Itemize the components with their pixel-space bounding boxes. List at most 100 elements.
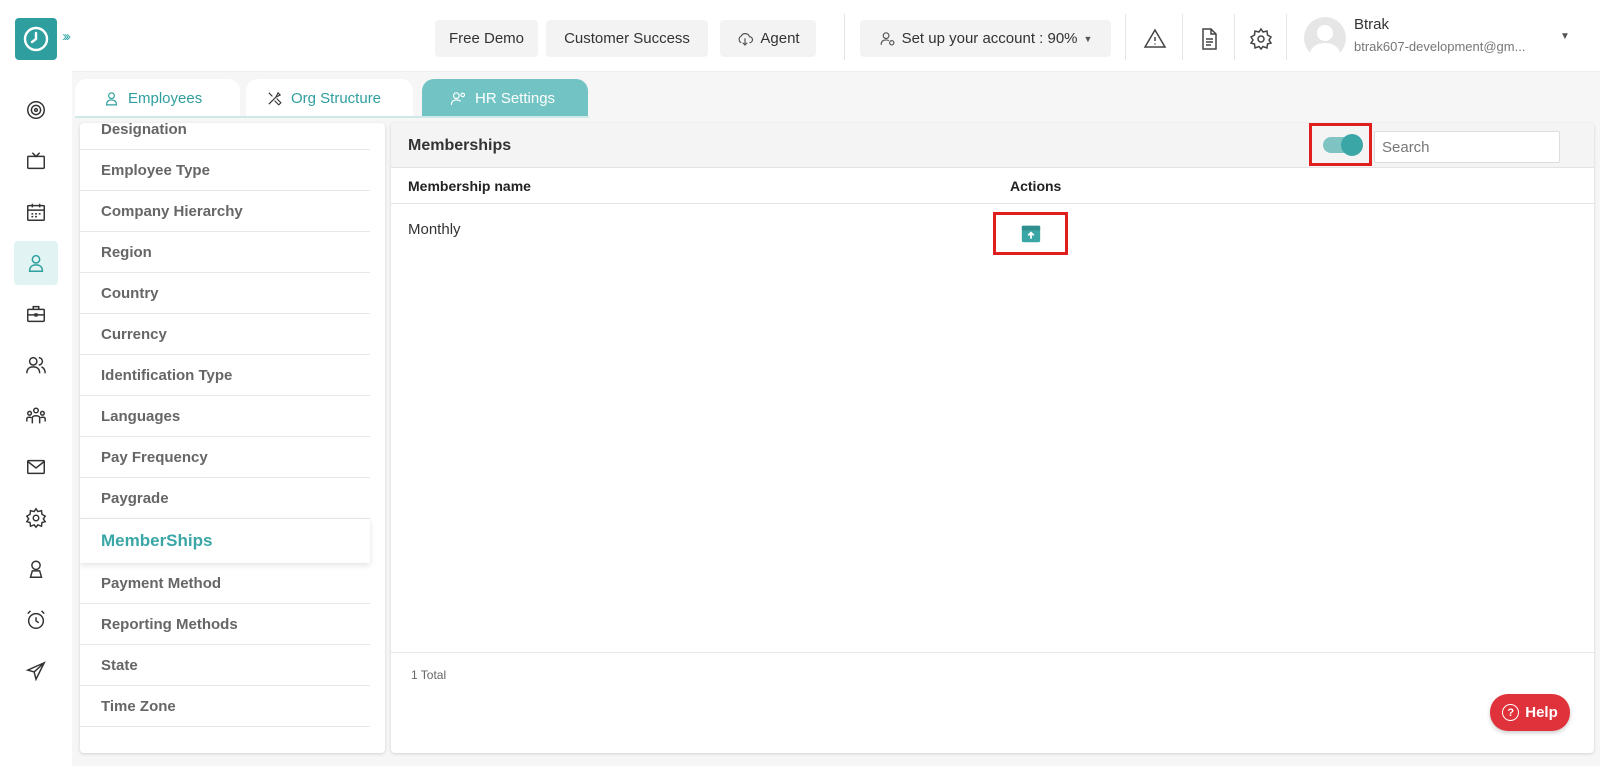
agent-button[interactable]: Agent xyxy=(720,20,816,57)
settings-item-payment-method[interactable]: Payment Method xyxy=(80,563,370,604)
settings-item-label: Paygrade xyxy=(101,489,169,507)
hr-settings-menu: Designation Employee Type Company Hierar… xyxy=(80,123,385,753)
settings-item-region[interactable]: Region xyxy=(80,232,370,273)
settings-item-label: Payment Method xyxy=(101,574,222,592)
settings-item-label: Identification Type xyxy=(101,366,233,384)
people-group-icon xyxy=(26,407,46,424)
settings-item-reporting-methods[interactable]: Reporting Methods xyxy=(80,604,370,645)
settings-item-label: Company Hierarchy xyxy=(101,202,243,220)
settings-item-paygrade[interactable]: Paygrade xyxy=(80,478,370,519)
memberships-panel: Memberships Membership name Actions Mont… xyxy=(391,123,1594,753)
dashboard-nav-icon[interactable] xyxy=(14,88,58,132)
tv-nav-icon[interactable] xyxy=(14,139,58,183)
avatar-placeholder-icon xyxy=(1309,25,1341,59)
free-demo-button[interactable]: Free Demo xyxy=(435,20,538,57)
tools-icon xyxy=(268,91,282,106)
settings-item-label: Currency xyxy=(101,325,167,343)
user-icon xyxy=(105,91,118,105)
settings-item-state[interactable]: State xyxy=(80,645,370,686)
group-nav-icon[interactable] xyxy=(14,394,58,438)
settings-item-country[interactable]: Country xyxy=(80,273,370,314)
settings-item-designation[interactable]: Designation xyxy=(80,123,370,150)
settings-item-label: State xyxy=(101,656,138,674)
tab-employees[interactable]: Employees xyxy=(75,79,240,117)
user-setup-icon xyxy=(880,32,895,46)
tab-employees-label: Employees xyxy=(128,89,203,107)
settings-item-employee-type[interactable]: Employee Type xyxy=(80,150,370,191)
divider xyxy=(1286,14,1287,60)
users-cog-icon xyxy=(450,91,466,105)
user-icon xyxy=(28,254,44,272)
user-menu-caret-icon[interactable]: ▼ xyxy=(1560,31,1570,42)
person-badge-icon xyxy=(29,560,43,578)
expand-nav-icon[interactable]: ››› xyxy=(62,28,71,45)
setup-account-dropdown[interactable]: Set up your account : 90% ▼ xyxy=(860,20,1111,57)
caret-down-icon: ▼ xyxy=(1083,33,1093,44)
app: ››› Free Demo Customer Success Agent Set… xyxy=(0,0,1600,766)
calendar-nav-icon[interactable] xyxy=(14,190,58,234)
app-logo[interactable] xyxy=(15,18,57,60)
panel-footer-divider xyxy=(391,652,1594,653)
left-nav-rail: ››› xyxy=(0,0,72,766)
column-header-membership-name[interactable]: Membership name xyxy=(408,178,531,194)
alert-button[interactable] xyxy=(1140,24,1170,54)
tab-underline xyxy=(75,116,589,118)
settings-item-memberships[interactable]: MemberShips xyxy=(80,519,370,563)
archive-toggle-highlight xyxy=(1309,123,1372,166)
tab-hr-settings[interactable]: HR Settings xyxy=(422,79,588,117)
gear-icon xyxy=(1249,27,1273,51)
settings-item-label: Employee Type xyxy=(101,161,210,179)
toggle-knob xyxy=(1340,133,1363,156)
team-nav-icon[interactable] xyxy=(14,343,58,387)
briefcase-icon xyxy=(27,305,45,323)
archive-toggle[interactable] xyxy=(1322,133,1363,156)
employees-nav-icon[interactable] xyxy=(14,241,58,285)
settings-button[interactable] xyxy=(1246,24,1276,54)
calendar-icon xyxy=(27,203,45,221)
customer-success-label: Customer Success xyxy=(564,30,690,47)
settings-item-pay-frequency[interactable]: Pay Frequency xyxy=(80,437,370,478)
settings-item-time-zone[interactable]: Time Zone xyxy=(80,686,370,727)
tab-org-structure[interactable]: Org Structure xyxy=(246,79,413,117)
divider xyxy=(1182,14,1183,60)
user-name: Btrak xyxy=(1354,16,1390,33)
help-button[interactable]: ? Help xyxy=(1490,694,1570,731)
document-icon xyxy=(1202,28,1217,50)
divider xyxy=(1234,14,1235,60)
top-bar: Free Demo Customer Success Agent Set up … xyxy=(72,0,1600,72)
settings-item-label: Region xyxy=(101,243,152,261)
settings-item-company-hierarchy[interactable]: Company Hierarchy xyxy=(80,191,370,232)
settings-item-currency[interactable]: Currency xyxy=(80,314,370,355)
search-input[interactable] xyxy=(1374,131,1560,163)
divider xyxy=(844,14,845,60)
setup-account-label: Set up your account : 90% xyxy=(901,30,1078,47)
settings-nav-icon[interactable] xyxy=(14,496,58,540)
customer-success-button[interactable]: Customer Success xyxy=(546,20,708,57)
cloud-download-icon xyxy=(738,32,754,46)
alarm-nav-icon[interactable] xyxy=(14,598,58,642)
document-button[interactable] xyxy=(1194,24,1224,54)
send-nav-icon[interactable] xyxy=(14,649,58,693)
users-icon xyxy=(26,356,46,374)
question-icon: ? xyxy=(1502,704,1520,721)
column-header-actions: Actions xyxy=(1010,178,1062,194)
settings-item-identification-type[interactable]: Identification Type xyxy=(80,355,370,396)
settings-item-label: Pay Frequency xyxy=(101,448,208,466)
target-icon xyxy=(27,101,45,119)
divider xyxy=(1125,14,1126,60)
profile-nav-icon[interactable] xyxy=(14,547,58,591)
gear-icon xyxy=(25,507,47,529)
avatar[interactable] xyxy=(1304,17,1346,59)
warning-icon xyxy=(1143,28,1167,48)
mail-icon xyxy=(27,459,45,475)
tab-hr-settings-label: HR Settings xyxy=(475,89,556,107)
settings-item-languages[interactable]: Languages xyxy=(80,396,370,437)
free-demo-label: Free Demo xyxy=(448,30,525,47)
panel-header: Memberships xyxy=(391,123,1594,168)
mail-nav-icon[interactable] xyxy=(14,445,58,489)
tab-org-structure-label: Org Structure xyxy=(291,89,382,107)
briefcase-nav-icon[interactable] xyxy=(14,292,58,336)
unarchive-action-highlight xyxy=(993,212,1068,255)
unarchive-icon[interactable] xyxy=(1020,223,1042,245)
settings-item-label: Time Zone xyxy=(101,697,176,715)
